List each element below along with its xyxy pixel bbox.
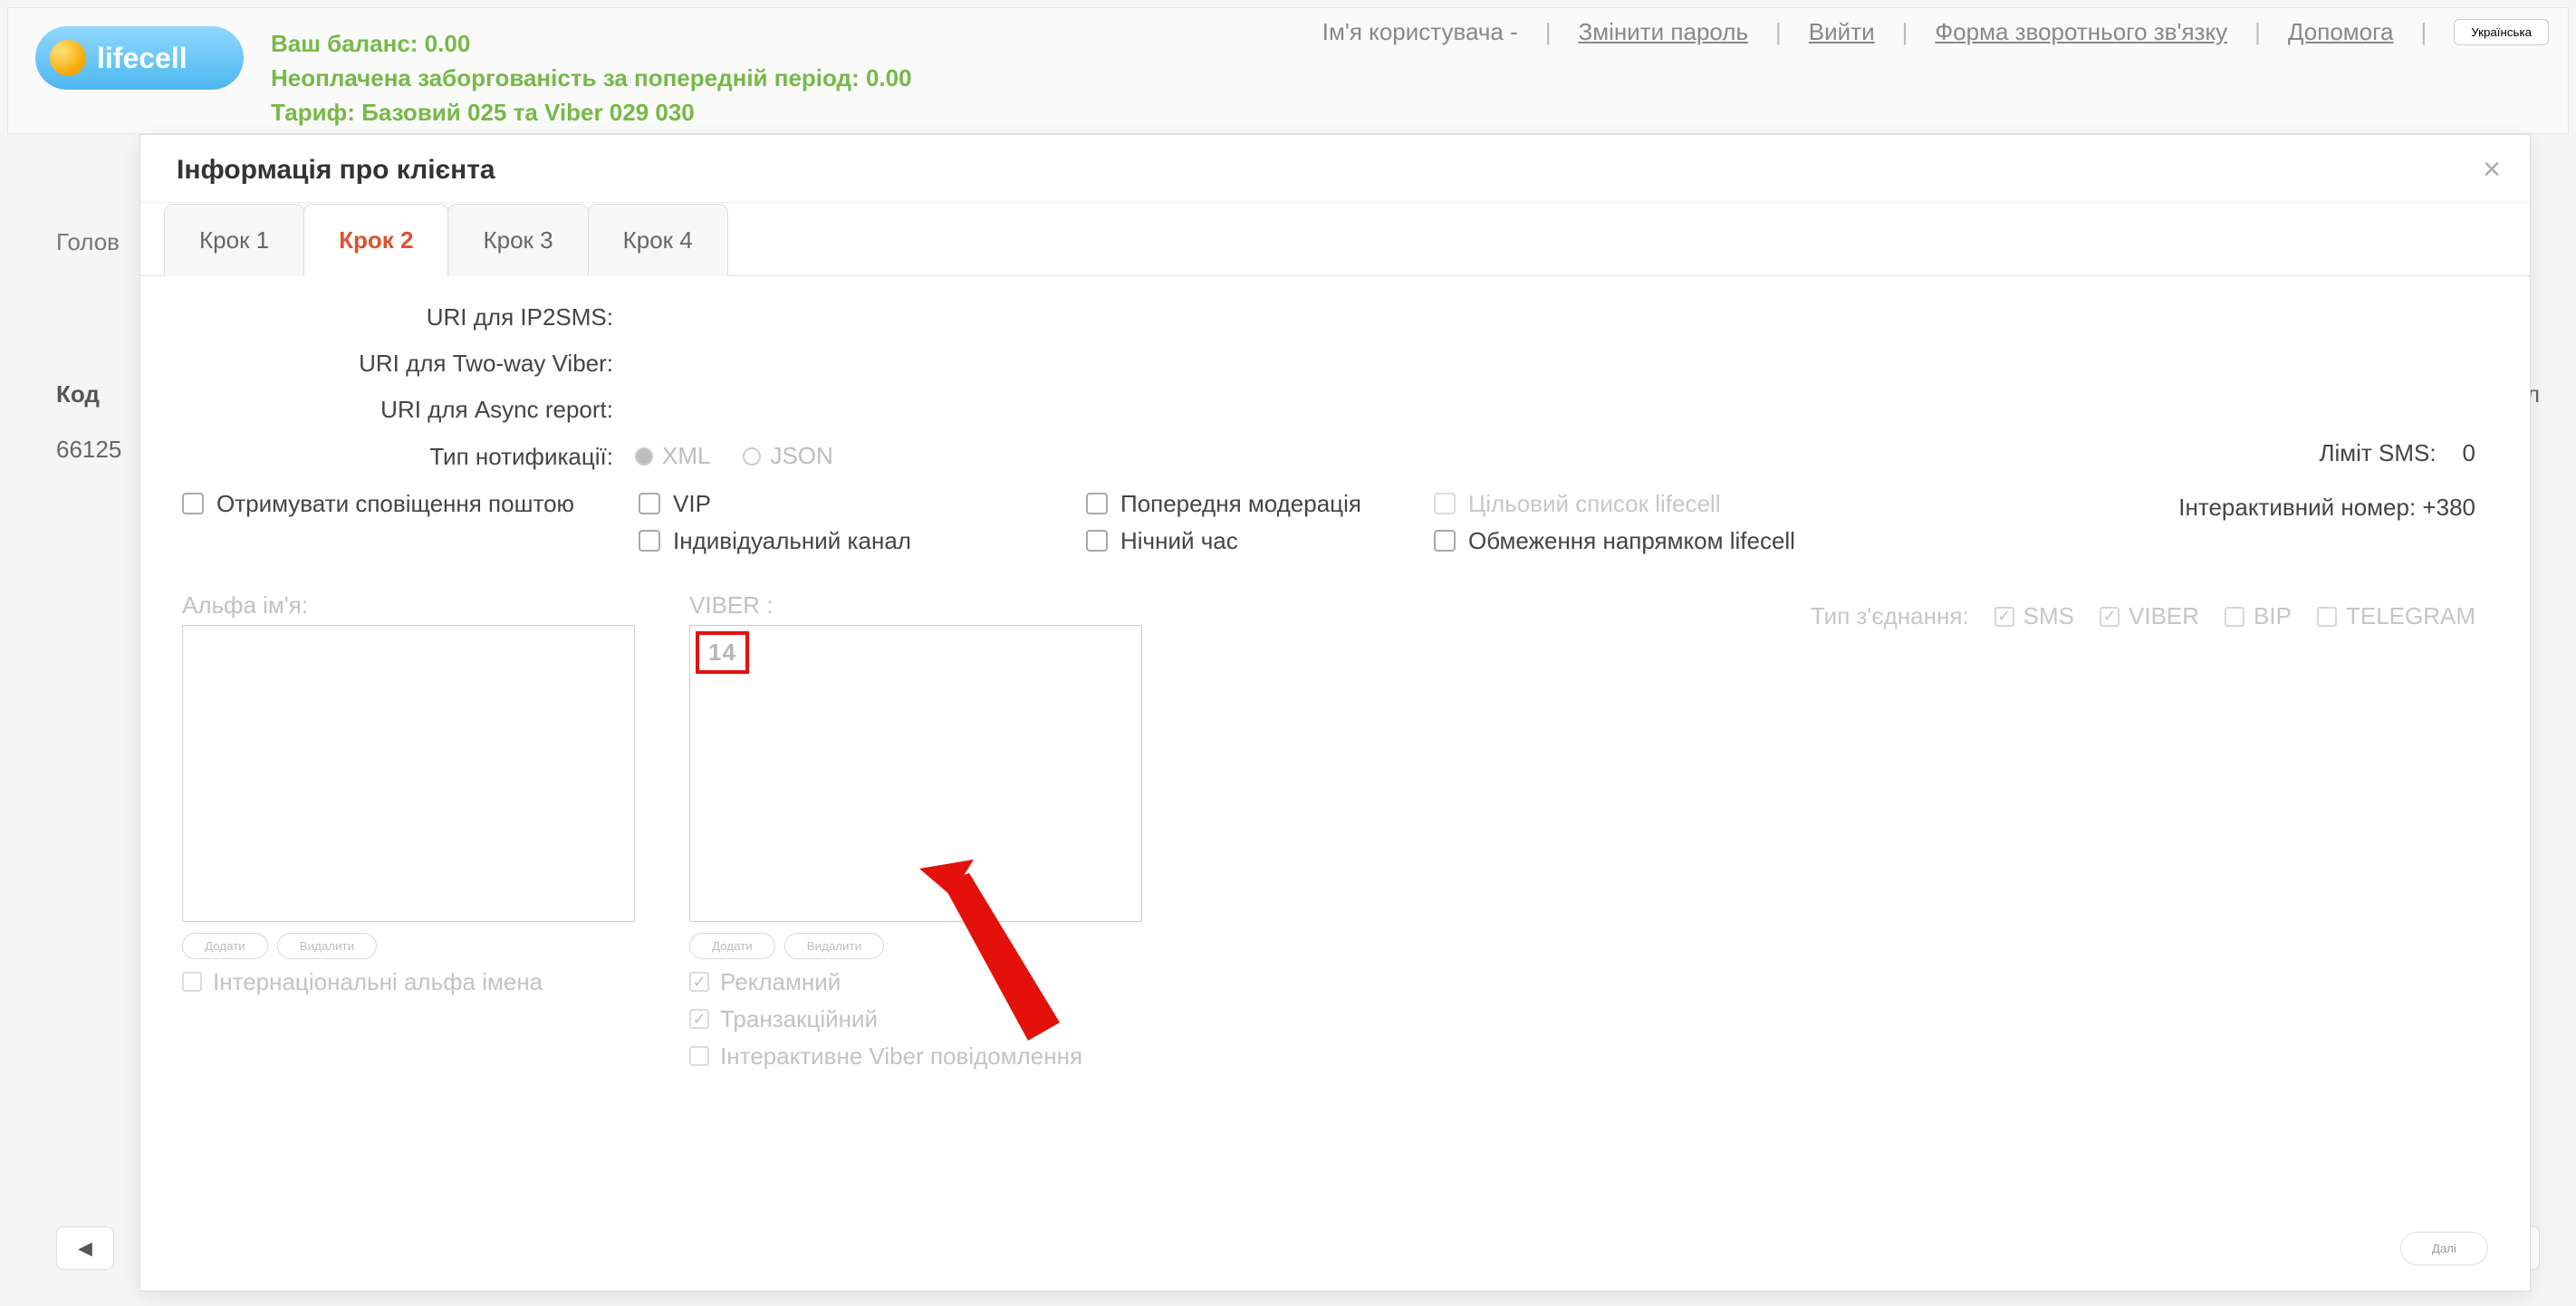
tab-step-1[interactable]: Крок 1 (164, 204, 304, 276)
viber-column: VIBER : 14 Додати Видалити Рекламний Тра… (689, 591, 1142, 1071)
checkbox-individual-channel-label: Індивідуальний канал (673, 527, 911, 555)
conn-type-label: Тип з'єднання: (1811, 602, 1969, 630)
col-header-kod: Код (56, 380, 121, 408)
tab-step-2[interactable]: Крок 2 (303, 204, 448, 276)
connection-type-row: Тип з'єднання: ✓SMS ✓VIBER BIP TELEGRAM (1811, 602, 2475, 630)
checkbox-vip[interactable]: VIP (639, 490, 1064, 518)
help-link[interactable]: Допомога (2288, 18, 2394, 46)
alpha-name-column: Альфа ім'я: Додати Видалити Інтернаціона… (182, 591, 635, 1071)
checkbox-advertising[interactable]: Рекламний (689, 968, 1142, 996)
notif-type-label: Тип нотификації: (182, 443, 635, 471)
uri-ip2sms-label: URI для IP2SMS: (182, 303, 635, 331)
feedback-link[interactable]: Форма зворотнього зв'язку (1935, 18, 2227, 46)
sms-limit-row: Ліміт SMS: 0 (2319, 439, 2475, 467)
close-icon[interactable]: × (2474, 151, 2510, 187)
list-item[interactable] (188, 631, 239, 667)
tariff-label: Тариф: Базовий 025 та Viber 029 030 (271, 95, 912, 130)
uri-async-label: URI для Async report: (182, 396, 635, 424)
viber-add-button[interactable]: Додати (689, 933, 775, 959)
separator: | (2421, 18, 2427, 46)
radio-json-label: JSON (770, 442, 832, 470)
alpha-name-label: Альфа ім'я: (182, 591, 635, 619)
sms-limit-value: 0 (2463, 439, 2475, 466)
radio-json[interactable]: JSON (743, 442, 832, 470)
conn-viber[interactable]: ✓VIBER (2100, 602, 2199, 630)
list-item[interactable]: 14 (696, 631, 749, 674)
balance-block: Ваш баланс: 0.00 Неоплачена заборгованіс… (271, 26, 912, 130)
tab-step-3[interactable]: Крок 3 (447, 204, 588, 276)
debt-label: Неоплачена заборгованість за попередній … (271, 61, 912, 95)
checkbox-lifecell-direction-limit[interactable]: Обмеження напрямком lifecell (1434, 527, 1869, 555)
viber-delete-button[interactable]: Видалити (784, 933, 884, 959)
conn-viber-label: VIBER (2129, 602, 2199, 630)
radio-xml-label: XML (662, 442, 710, 470)
uri-twoway-label: URI для Two-way Viber: (182, 350, 635, 378)
alpha-add-button[interactable]: Додати (182, 933, 268, 959)
checkbox-interactive-viber[interactable]: Інтерактивне Viber повідомлення (689, 1042, 1142, 1071)
options-grid: Отримувати сповіщення поштою VIP Поперед… (182, 490, 2488, 555)
step-tabs: Крок 1 Крок 2 Крок 3 Крок 4 (140, 203, 2530, 276)
checkbox-intl-alpha-label: Інтернаціональні альфа імена (213, 968, 543, 996)
alpha-name-listbox[interactable] (182, 625, 635, 922)
checkbox-lifecell-list-label: Цільовий список lifecell (1468, 490, 1720, 518)
checkbox-night-time-label: Нічний час (1120, 527, 1238, 555)
checkbox-transactional[interactable]: Транзакційний (689, 1005, 1142, 1033)
conn-telegram[interactable]: TELEGRAM (2317, 602, 2475, 630)
checkbox-transactional-label: Транзакційний (720, 1005, 878, 1033)
separator: | (1545, 18, 1552, 46)
background-tab: Голов (56, 228, 120, 256)
viber-label: VIBER : (689, 591, 1142, 619)
change-password-link[interactable]: Змінити пароль (1579, 18, 1749, 46)
conn-bip-label: BIP (2254, 602, 2292, 630)
checkbox-email-notify[interactable]: Отримувати сповіщення поштою (182, 490, 617, 518)
chevron-left-icon: ◄ (73, 1234, 97, 1263)
logo-sun-icon (50, 40, 86, 76)
logo-text: lifecell (97, 42, 187, 75)
conn-bip[interactable]: BIP (2225, 602, 2292, 630)
separator: | (2254, 18, 2261, 46)
table-cell: 66125 (56, 436, 121, 464)
checkbox-individual-channel[interactable]: Індивідуальний канал (639, 527, 1064, 555)
checkbox-vip-label: VIP (673, 490, 711, 518)
tab-step-4[interactable]: Крок 4 (588, 204, 728, 276)
conn-sms[interactable]: ✓SMS (1994, 602, 2074, 630)
form-area: URI для IP2SMS: URI для Two-way Viber: U… (140, 276, 2530, 1098)
interactive-number: Інтерактивний номер: +380 (2178, 494, 2475, 522)
checkbox-night-time[interactable]: Нічний час (1086, 527, 1412, 555)
dialog-title: Інформація про клієнта (140, 135, 2530, 203)
next-button[interactable]: Далі (2400, 1232, 2488, 1265)
viber-listbox[interactable]: 14 (689, 625, 1142, 922)
checkbox-email-notify-label: Отримувати сповіщення поштою (216, 490, 574, 518)
logo: lifecell (35, 26, 244, 90)
checkbox-pre-moderation[interactable]: Попередня модерація (1086, 490, 1412, 518)
logout-link[interactable]: Вийти (1809, 18, 1875, 46)
separator: | (1902, 18, 1908, 46)
checkbox-direction-limit-label: Обмеження напрямком lifecell (1468, 527, 1795, 555)
conn-telegram-label: TELEGRAM (2346, 602, 2475, 630)
sms-limit-label: Ліміт SMS: (2319, 439, 2436, 466)
alpha-delete-button[interactable]: Видалити (277, 933, 377, 959)
lists-row: Альфа ім'я: Додати Видалити Інтернаціона… (182, 591, 2488, 1071)
client-info-dialog: Інформація про клієнта × Крок 1 Крок 2 К… (139, 134, 2531, 1292)
top-links: Ім'я користувача - | Змінити пароль | Ви… (1322, 18, 2549, 46)
checkbox-advertising-label: Рекламний (720, 968, 841, 996)
balance-label: Ваш баланс: 0.00 (271, 26, 912, 61)
separator: | (1775, 18, 1782, 46)
conn-sms-label: SMS (2023, 602, 2074, 630)
checkbox-intl-alpha[interactable]: Інтернаціональні альфа імена (182, 968, 635, 996)
background-table: Код 66125 (56, 380, 121, 464)
username-label: Ім'я користувача - (1322, 18, 1518, 46)
checkbox-pre-moderation-label: Попередня модерація (1120, 490, 1361, 518)
checkbox-lifecell-target-list: Цільовий список lifecell (1434, 490, 1869, 518)
language-button[interactable]: Українська (2454, 19, 2549, 45)
checkbox-interactive-viber-label: Інтерактивне Viber повідомлення (720, 1042, 1082, 1071)
radio-xml[interactable]: XML (635, 442, 710, 470)
pager-prev-button[interactable]: ◄ (56, 1226, 114, 1270)
notif-type-radio-group: XML JSON (635, 442, 833, 470)
